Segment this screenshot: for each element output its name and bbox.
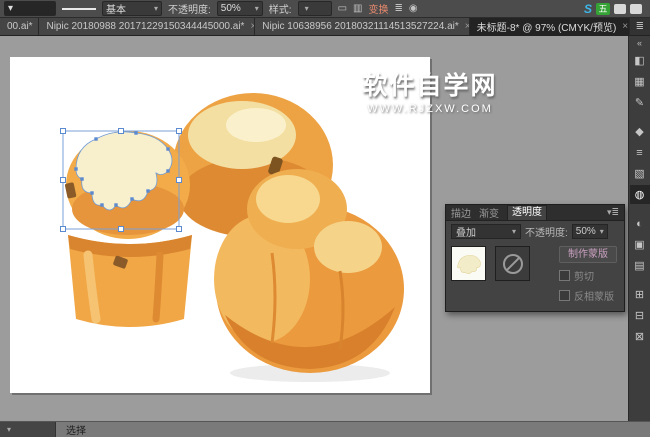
artboards-panel-icon[interactable]: ⊞ <box>630 285 650 304</box>
invert-mask-checkbox-row[interactable]: 反相蒙版 <box>559 288 617 303</box>
panel-menu-icon[interactable]: ▾≣ <box>607 207 619 218</box>
pathfinder-panel-icon[interactable]: ⊠ <box>630 327 650 346</box>
panel-right-column: 制作蒙版 剪切 反相蒙版 <box>559 246 619 303</box>
transparency-panel-icon[interactable]: ◍ <box>630 185 650 204</box>
options-icon[interactable]: ◉ <box>409 3 418 14</box>
caret-icon: ▾ <box>8 3 13 14</box>
caret-icon: ▾ <box>7 425 11 434</box>
tab-stroke[interactable]: 描边 <box>451 205 471 220</box>
ime-wubi-icon[interactable]: 五 <box>596 3 610 15</box>
expand-panels-icon[interactable]: « <box>637 38 642 49</box>
caret-icon: ▾ <box>600 227 604 236</box>
document-tab-active[interactable]: 未标题-8* @ 97% (CMYK/预览) × <box>470 18 630 35</box>
caret-icon: ▾ <box>255 4 259 13</box>
clip-checkbox-row[interactable]: 剪切 <box>559 268 617 283</box>
opacity-dropdown[interactable]: 50% ▾ <box>217 1 263 16</box>
caret-icon: ▾ <box>512 227 516 236</box>
clip-checkbox[interactable] <box>559 270 570 281</box>
panel-opacity-value: 50% <box>576 226 596 237</box>
gradient-panel-icon[interactable]: ▧ <box>630 164 650 183</box>
appearance-panel-icon[interactable]: ◐ <box>630 214 650 233</box>
object-thumbnail-art <box>452 247 485 280</box>
current-tool-label: 选择 <box>66 422 86 437</box>
tab-label: 00.ai* <box>7 21 33 32</box>
blend-mode-dropdown[interactable]: 叠加 ▾ <box>451 224 521 239</box>
object-thumbnail[interactable] <box>451 246 486 281</box>
tab-label: Nipic 20180988 20171229150344445000.ai* <box>46 21 244 32</box>
clip-label: 剪切 <box>574 268 594 283</box>
zoom-dropdown[interactable]: ▾ <box>0 422 56 437</box>
style-label: 样式: <box>269 1 292 16</box>
layers-panel-icon[interactable]: ▤ <box>630 256 650 275</box>
opacity-label: 不透明度: <box>168 1 211 16</box>
swatches-panel-icon[interactable]: ▦ <box>630 72 650 91</box>
panel-controls-row: 叠加 ▾ 不透明度: 50% ▾ <box>446 221 624 242</box>
document-setup-icon[interactable]: ▭ <box>338 3 347 14</box>
brush-definition-value: 基本 <box>106 1 126 16</box>
panel-header: 描边 渐变 透明度 ▾≣ <box>446 205 624 221</box>
opacity-value: 50% <box>221 3 241 14</box>
color-panel-icon[interactable]: ◧ <box>630 51 650 70</box>
document-tab[interactable]: Nipic 10638956 20180321114513527224.ai* … <box>255 18 469 35</box>
graphic-styles-panel-icon[interactable]: ▣ <box>630 235 650 254</box>
document-tab-bar: 00.ai* Nipic 20180988 201712291503444450… <box>0 18 650 36</box>
no-mask-icon <box>503 254 523 274</box>
tab-label: 未标题-8* @ 97% (CMYK/预览) <box>477 19 617 34</box>
make-mask-button[interactable]: 制作蒙版 <box>559 246 617 263</box>
brushes-panel-icon[interactable]: ✎ <box>630 93 650 112</box>
tab-transparency[interactable]: 透明度 <box>507 205 547 220</box>
document-tab[interactable]: 00.ai* <box>0 18 39 35</box>
ime-keyboard-icon[interactable] <box>614 4 626 14</box>
style-dropdown[interactable]: ▾ <box>298 1 332 16</box>
symbols-panel-icon[interactable]: ◆ <box>630 122 650 141</box>
variable-width-profile-dropdown[interactable]: ▾ <box>4 1 56 16</box>
stroke-preview-line <box>62 8 96 10</box>
panel-body: 制作蒙版 剪切 反相蒙版 <box>446 242 624 311</box>
control-bar: ▾ 基本 ▾ 不透明度: 50% ▾ 样式: ▾ ▭ ▥ 变换 ≣ ◉ S 五 <box>0 0 650 18</box>
invert-mask-checkbox[interactable] <box>559 290 570 301</box>
stroke-panel-icon[interactable]: ≡ <box>630 143 650 162</box>
caret-icon: ▾ <box>305 4 309 13</box>
transparency-panel: 描边 渐变 透明度 ▾≣ 叠加 ▾ 不透明度: 50% ▾ <box>445 204 625 312</box>
tab-menu-icon[interactable]: ≣ <box>630 18 650 35</box>
panel-opacity-dropdown[interactable]: 50% ▾ <box>572 224 608 239</box>
tab-gradient[interactable]: 渐变 <box>479 205 499 220</box>
mask-thumbnail[interactable] <box>495 246 530 281</box>
align-panel-icon[interactable]: ⊟ <box>630 306 650 325</box>
panel-dock-strip: « ◧ ▦ ✎ ◆ ≡ ▧ ◍ ◐ ▣ ▤ ⊞ ⊟ ⊠ <box>628 36 650 421</box>
transform-link[interactable]: 变换 <box>368 1 388 16</box>
preferences-icon[interactable]: ▥ <box>353 3 362 14</box>
status-bar: ▾ 选择 <box>0 421 650 437</box>
artboard[interactable] <box>10 57 430 393</box>
caret-icon: ▾ <box>154 4 158 13</box>
panel-opacity-label: 不透明度: <box>525 224 568 239</box>
align-panel-icon[interactable]: ≣ <box>394 3 402 14</box>
tab-label: Nipic 10638956 20180321114513527224.ai* <box>262 21 458 32</box>
close-icon[interactable]: × <box>622 21 628 32</box>
blend-mode-value: 叠加 <box>456 224 476 239</box>
ime-settings-icon[interactable] <box>630 4 642 14</box>
canvas-area[interactable]: 软件自学网 WWW.RJZXW.COM 描边 渐变 透明度 ▾≣ 叠加 ▾ 不透… <box>0 36 628 421</box>
document-tab[interactable]: Nipic 20180988 20171229150344445000.ai* … <box>39 18 255 35</box>
illustrator-window: ▾ 基本 ▾ 不透明度: 50% ▾ 样式: ▾ ▭ ▥ 变换 ≣ ◉ S 五 … <box>0 0 650 437</box>
invert-mask-label: 反相蒙版 <box>574 288 614 303</box>
ime-toolbar: S 五 <box>584 2 646 16</box>
artwork-svg <box>10 57 430 393</box>
brush-definition-dropdown[interactable]: 基本 ▾ <box>102 1 162 16</box>
ime-logo-icon[interactable]: S <box>584 2 592 16</box>
